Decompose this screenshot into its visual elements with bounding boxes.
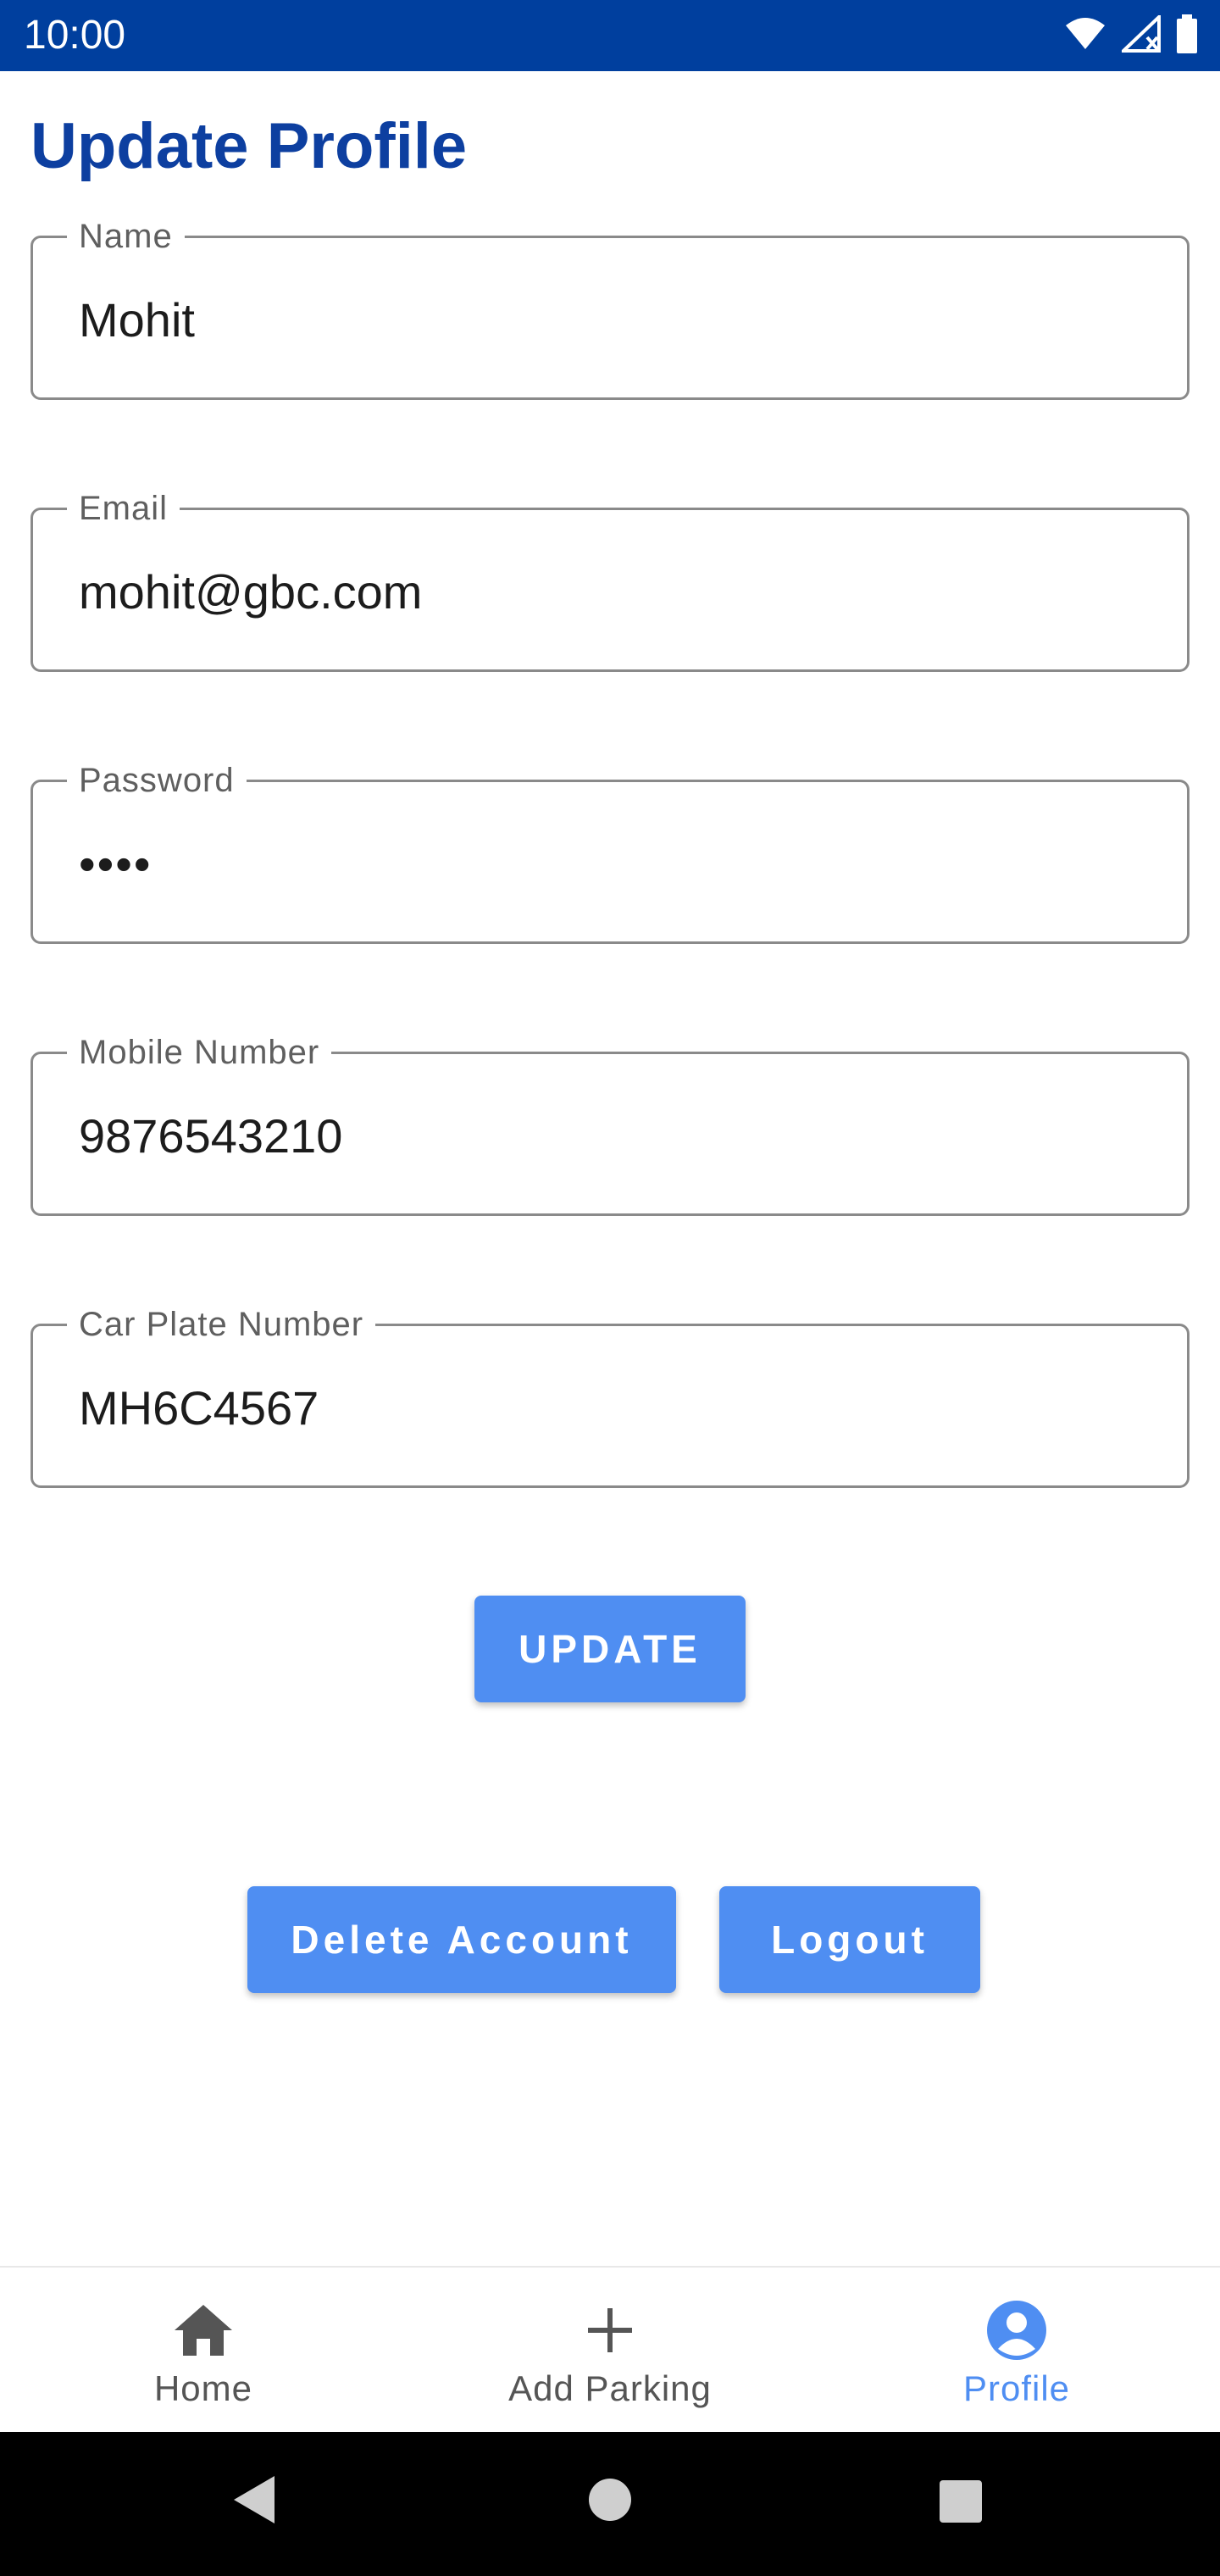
home-icon	[171, 2298, 236, 2362]
profile-screen: Update Profile Name Mohit Email mohit@gb…	[0, 71, 1220, 2266]
status-time: 10:00	[24, 13, 126, 58]
nav-label-add-parking: Add Parking	[508, 2368, 712, 2408]
nav-label-profile: Profile	[962, 2368, 1071, 2408]
nav-item-profile[interactable]: Profile	[813, 2268, 1220, 2432]
password-input[interactable]: ••••	[79, 836, 1153, 892]
email-field-label: Email	[67, 488, 180, 529]
name-input[interactable]: Mohit	[79, 292, 1153, 348]
recents-icon[interactable]	[939, 2479, 983, 2528]
page-title: Update Profile	[30, 110, 468, 182]
system-navigation-bar	[0, 2432, 1220, 2576]
car-plate-number-field-label: Car Plate Number	[67, 1304, 376, 1345]
logout-button[interactable]: Logout	[719, 1886, 980, 1993]
mobile-number-field-label: Mobile Number	[67, 1032, 332, 1073]
nav-item-add-parking[interactable]: Add Parking	[407, 2268, 813, 2432]
plus-icon	[578, 2298, 642, 2362]
wifi-icon	[1064, 17, 1106, 55]
account-circle-icon	[984, 2298, 1049, 2362]
mobile-number-input[interactable]: 9876543210	[79, 1108, 1153, 1164]
delete-account-button[interactable]: Delete Account	[247, 1886, 676, 1993]
status-bar: 10:00	[0, 0, 1220, 71]
name-field[interactable]: Name Mohit	[30, 216, 1190, 400]
home-circle-icon[interactable]	[588, 2478, 632, 2526]
email-input[interactable]: mohit@gbc.com	[79, 564, 1153, 620]
password-field[interactable]: Password ••••	[30, 760, 1190, 944]
car-plate-number-field[interactable]: Car Plate Number MH6C4567	[30, 1304, 1190, 1488]
password-field-label: Password	[67, 760, 247, 801]
nav-item-home[interactable]: Home	[0, 2268, 407, 2432]
signal-icon	[1119, 12, 1161, 57]
battery-icon	[1176, 14, 1198, 58]
back-icon[interactable]	[232, 2474, 276, 2529]
car-plate-number-input[interactable]: MH6C4567	[79, 1380, 1153, 1436]
nav-label-home: Home	[153, 2368, 253, 2408]
status-icons	[1064, 12, 1198, 58]
mobile-number-field[interactable]: Mobile Number 9876543210	[30, 1032, 1190, 1216]
name-field-label: Name	[67, 216, 185, 257]
email-field[interactable]: Email mohit@gbc.com	[30, 488, 1190, 672]
bottom-navigation: Home Add Parking Profile	[0, 2266, 1220, 2432]
update-button[interactable]: UPDATE	[474, 1596, 746, 1702]
